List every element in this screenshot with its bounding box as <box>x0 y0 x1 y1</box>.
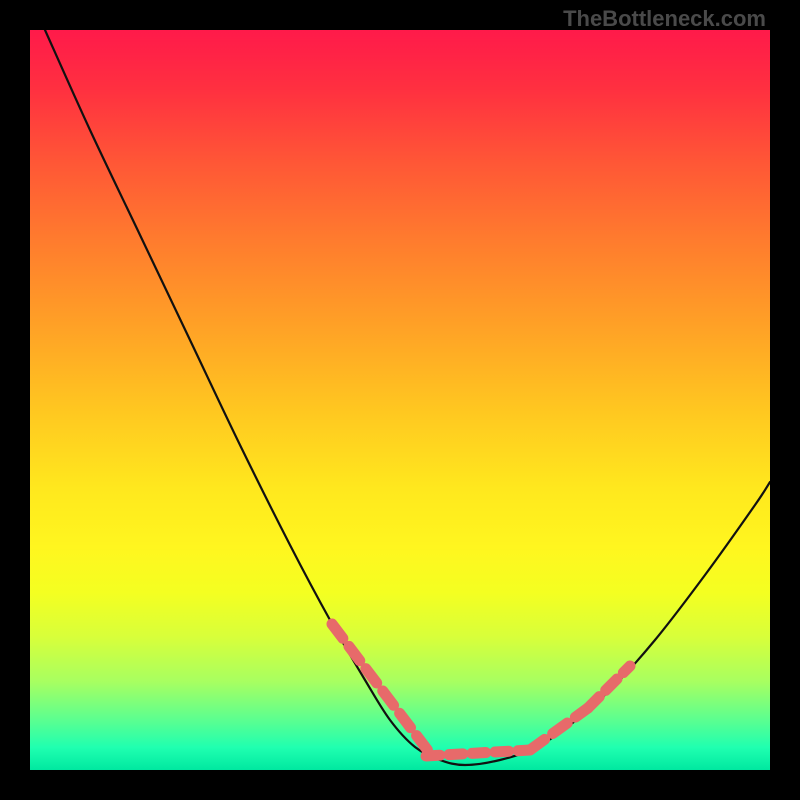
gradient-background <box>30 30 770 770</box>
watermark-text: TheBottleneck.com <box>563 6 766 32</box>
plot-area <box>30 30 770 770</box>
